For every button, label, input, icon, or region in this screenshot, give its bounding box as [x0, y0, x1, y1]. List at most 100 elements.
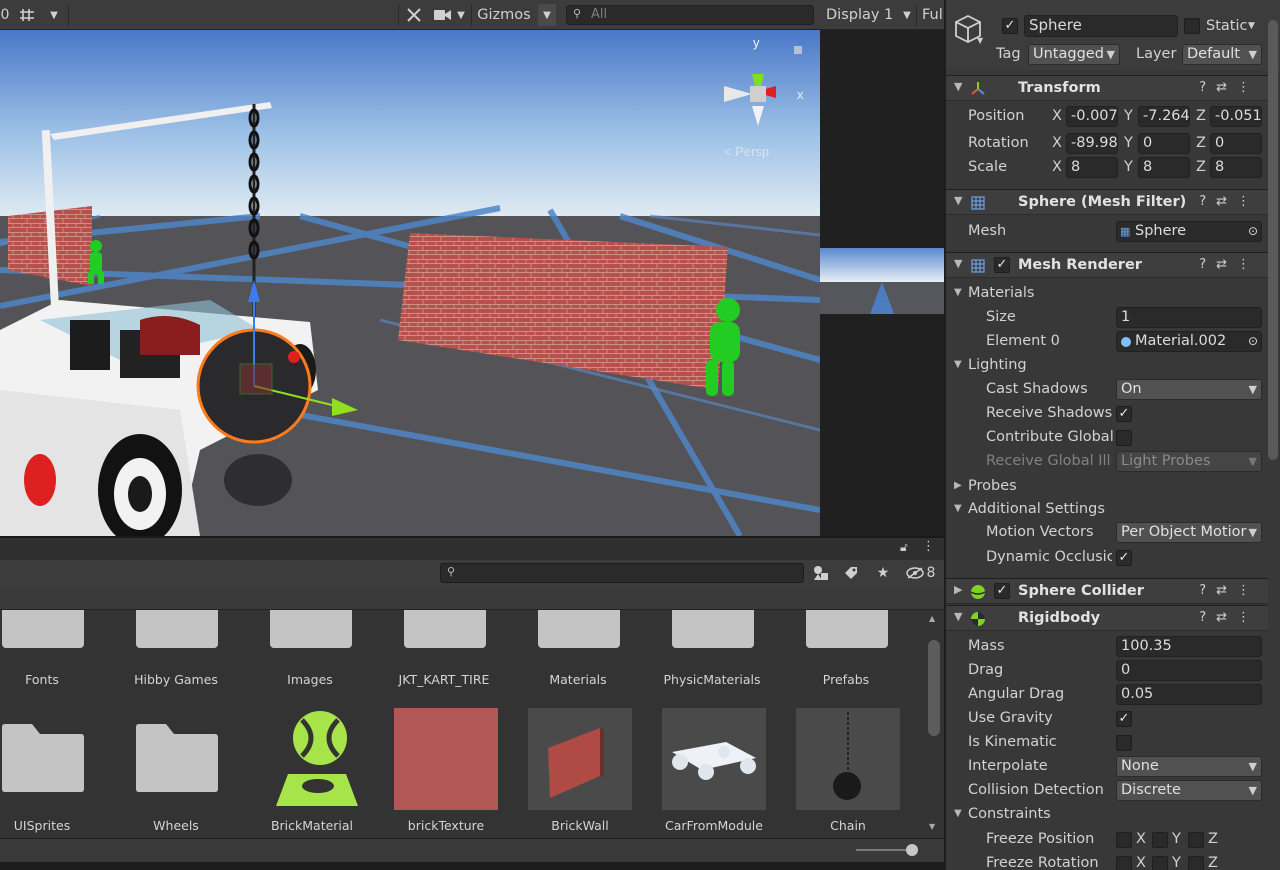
tag-dropdown[interactable]: Untagged ▼ [1028, 44, 1120, 65]
rotation-y-field[interactable]: 0 [1138, 133, 1190, 154]
drag-field[interactable]: 0 [1116, 660, 1262, 681]
element0-object-field[interactable]: Material.002 ⊙ [1116, 331, 1262, 352]
grid-dropdown-arrow-icon[interactable]: ▼ [44, 4, 64, 26]
foldout-arrow-icon[interactable]: ▼ [954, 359, 962, 370]
foldout-arrow-icon[interactable]: ▼ [954, 257, 962, 270]
freeze-rotation-z-checkbox[interactable] [1188, 856, 1204, 870]
scroll-up-arrow-icon[interactable]: ▲ [929, 614, 935, 623]
grid-snap-icon[interactable] [16, 4, 40, 26]
foldout-collapsed-arrow-icon[interactable]: ▶ [954, 583, 962, 596]
inspector-scrollbar[interactable] [1268, 20, 1278, 460]
search-icon: ⚲ [447, 565, 456, 578]
rotation-z-field[interactable]: 0 [1210, 133, 1262, 154]
static-checkbox[interactable] [1184, 18, 1200, 34]
mesh-object-field[interactable]: ▦ Sphere ⊙ [1116, 221, 1262, 242]
rotation-x-field[interactable]: -89.98 [1066, 133, 1118, 154]
mesh-filter-header[interactable]: ▼ Sphere (Mesh Filter) ?⇄⋮ [946, 189, 1268, 215]
foldout-arrow-icon[interactable]: ▼ [954, 80, 962, 93]
scene-lock-icon[interactable] [794, 46, 802, 54]
scene-search-input[interactable]: ⚲ All [566, 5, 814, 25]
component-tools[interactable]: ?⇄⋮ [1199, 583, 1260, 598]
object-picker-icon[interactable]: ⊙ [1248, 222, 1258, 241]
scale-x-field[interactable]: 8 [1066, 157, 1118, 178]
display-select[interactable]: Display 1 [826, 4, 896, 26]
project-scrollbar[interactable] [928, 640, 940, 736]
scale-y-field[interactable]: 8 [1138, 157, 1190, 178]
probes-row[interactable]: ▶ Probes [946, 475, 1268, 499]
receive-gi-value: Light Probes [1121, 453, 1211, 469]
interpolate-dropdown[interactable]: None ▼ [1116, 756, 1262, 777]
freeze-position-z-checkbox[interactable] [1188, 832, 1204, 848]
hidden-packages-icon[interactable] [904, 562, 926, 584]
motion-vectors-dropdown[interactable]: Per Object Motior ▼ [1116, 522, 1262, 543]
position-x-field[interactable]: -0.007 [1066, 106, 1118, 127]
mesh-renderer-icon [971, 259, 985, 273]
mesh-renderer-enabled-checkbox[interactable]: ✓ [994, 257, 1010, 273]
object-name-field[interactable]: Sphere [1024, 15, 1178, 37]
lighting-row[interactable]: ▼ Lighting [946, 354, 1268, 378]
element0-row: Element 0 Material.002 ⊙ [946, 330, 1268, 354]
component-tools[interactable]: ?⇄⋮ [1199, 257, 1260, 272]
scale-z-field[interactable]: 8 [1210, 157, 1262, 178]
position-y-field[interactable]: -7.264 [1138, 106, 1190, 127]
rigidbody-header[interactable]: ▼ Rigidbody ?⇄⋮ [946, 605, 1268, 631]
icon-size-slider-handle[interactable] [906, 844, 918, 856]
scroll-down-arrow-icon[interactable]: ▼ [929, 822, 935, 831]
component-tools[interactable]: ?⇄⋮ [1199, 80, 1260, 95]
receive-shadows-checkbox[interactable]: ✓ [1116, 406, 1132, 422]
constraints-row[interactable]: ▼ Constraints [946, 803, 1268, 827]
axis-y-label: Y [1124, 135, 1133, 151]
foldout-arrow-icon[interactable]: ▼ [954, 808, 962, 819]
object-active-checkbox[interactable]: ✓ [1002, 18, 1018, 34]
scene-view[interactable]: y x < Persp [0, 30, 820, 536]
gizmos-dropdown-arrow-icon[interactable]: ▼ [538, 4, 556, 26]
foldout-arrow-icon[interactable]: ▼ [954, 610, 962, 623]
is-kinematic-checkbox[interactable] [1116, 735, 1132, 751]
camera-dropdown-arrow-icon[interactable]: ▼ [455, 4, 467, 26]
freeze-position-y-checkbox[interactable] [1152, 832, 1168, 848]
gizmos-button[interactable]: Gizmos [474, 4, 534, 26]
position-z-field[interactable]: -0.051 [1210, 106, 1262, 127]
lock-icon[interactable]: 🔓︎ [900, 540, 908, 555]
foldout-arrow-icon[interactable]: ▼ [954, 287, 962, 298]
foldout-arrow-icon[interactable]: ▼ [954, 503, 962, 514]
persp-label[interactable]: < Persp [724, 144, 769, 159]
transform-header[interactable]: ▼ Transform ?⇄⋮ [946, 75, 1268, 101]
foldout-arrow-icon[interactable]: ▼ [954, 194, 962, 207]
sphere-collider-enabled-checkbox[interactable]: ✓ [994, 583, 1010, 599]
camera-icon[interactable] [432, 4, 454, 26]
contribute-gi-checkbox[interactable] [1116, 430, 1132, 446]
additional-settings-row[interactable]: ▼ Additional Settings [946, 498, 1268, 522]
cast-shadows-dropdown[interactable]: On ▼ [1116, 379, 1262, 400]
materials-size-field[interactable]: 1 [1116, 307, 1262, 328]
freeze-position-x-checkbox[interactable] [1116, 832, 1132, 848]
mass-field[interactable]: 100.35 [1116, 636, 1262, 657]
game-size-select[interactable]: Ful [922, 4, 944, 26]
static-dropdown-arrow-icon[interactable]: ▼ [1248, 21, 1255, 31]
sphere-collider-header[interactable]: ▶ ✓ Sphere Collider ?⇄⋮ [946, 578, 1268, 604]
favorite-star-icon[interactable]: ★ [872, 562, 894, 584]
game-view[interactable] [820, 30, 944, 536]
freeze-rotation-x-checkbox[interactable] [1116, 856, 1132, 870]
collision-detection-dropdown[interactable]: Discrete ▼ [1116, 780, 1262, 801]
dynamic-occlusion-checkbox[interactable]: ✓ [1116, 550, 1132, 566]
folder-icon [672, 610, 754, 648]
display-dropdown-arrow-icon[interactable]: ▼ [900, 4, 914, 26]
foldout-collapsed-arrow-icon[interactable]: ▶ [954, 480, 962, 491]
tools-icon[interactable] [402, 4, 426, 26]
icon-dropdown-arrow-icon[interactable]: ▼ [977, 36, 983, 45]
kebab-menu-icon[interactable]: ⋮ [922, 539, 935, 554]
freeze-rotation-y-checkbox[interactable] [1152, 856, 1168, 870]
object-picker-icon[interactable]: ⊙ [1248, 332, 1258, 351]
mesh-renderer-header[interactable]: ▼ ✓ Mesh Renderer ?⇄⋮ [946, 252, 1268, 278]
materials-row[interactable]: ▼ Materials [946, 282, 1268, 306]
freeze-rotation-label: Freeze Rotation [986, 855, 1099, 870]
angular-drag-field[interactable]: 0.05 [1116, 684, 1262, 705]
project-search-input[interactable]: ⚲ [440, 563, 804, 583]
use-gravity-checkbox[interactable]: ✓ [1116, 711, 1132, 727]
component-tools[interactable]: ?⇄⋮ [1199, 610, 1260, 625]
filter-by-type-icon[interactable] [810, 562, 832, 584]
filter-by-label-icon[interactable] [840, 562, 862, 584]
layer-dropdown[interactable]: Default ▼ [1182, 44, 1262, 65]
component-tools[interactable]: ?⇄⋮ [1199, 194, 1260, 209]
